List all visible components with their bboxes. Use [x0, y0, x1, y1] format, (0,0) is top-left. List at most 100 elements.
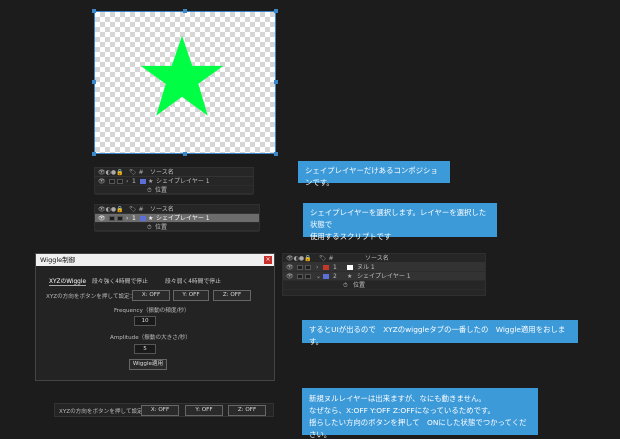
layer-number: 1	[333, 264, 337, 271]
source-name-header: ソース名	[150, 169, 174, 176]
tab-ramp-up[interactable]: 段々強く4時間で停止	[92, 276, 148, 285]
transform-handle[interactable]	[92, 152, 96, 156]
layer-row[interactable]: 👁 › 1 ★ シェイプレイヤー 1	[95, 177, 253, 186]
layer-row-null[interactable]: 👁 › 1 ヌル 1	[283, 263, 485, 272]
z-toggle-button[interactable]: Z: OFF	[213, 290, 251, 301]
source-name-header: ソース名	[365, 255, 389, 262]
solo-box[interactable]	[109, 179, 115, 184]
eye-header-icon: 👁◐●🔒	[98, 206, 124, 213]
composition-preview[interactable]	[92, 9, 278, 156]
wiggle-apply-button[interactable]: Wiggle適用	[129, 359, 167, 370]
label-color-swatch[interactable]	[323, 265, 329, 270]
tab-xyz-wiggle[interactable]: XYZのWiggle	[49, 276, 87, 286]
layer-name[interactable]: ヌル 1	[357, 263, 375, 272]
visibility-icon[interactable]: 👁	[98, 177, 106, 186]
transform-handle[interactable]	[274, 152, 278, 156]
solo-box[interactable]	[297, 274, 303, 279]
dialog-titlebar[interactable]: Wiggle制御 ×	[36, 254, 274, 266]
direction-label: XYZの方向をボタンを押して設定：	[59, 409, 149, 415]
label-color-swatch[interactable]	[323, 274, 329, 279]
lock-box[interactable]	[305, 265, 311, 270]
star-layer-icon: ★	[148, 178, 154, 185]
layer-number: 1	[132, 215, 136, 222]
direction-buttons-strip: XYZの方向をボタンを押して設定： X: OFF Y: OFF Z: OFF	[54, 403, 274, 417]
label-color-swatch[interactable]	[140, 179, 146, 184]
callout-text-line: 使用するスクリプトです	[310, 232, 392, 241]
amplitude-input[interactable]: 5	[134, 344, 156, 354]
layer-name[interactable]: シェイプレイヤー 1	[156, 214, 210, 223]
label-header-icon: 🏷 #	[129, 206, 144, 213]
panel-header: 👁◐●🔒 🏷 # ソース名	[95, 205, 259, 214]
property-row[interactable]: ⏱ 位置	[283, 281, 485, 290]
y-toggle-button[interactable]: Y: OFF	[173, 290, 209, 301]
amplitude-label: Amplitude（振動の大きさ/秒）	[110, 335, 191, 341]
position-property[interactable]: 位置	[155, 186, 167, 195]
y-toggle-button[interactable]: Y: OFF	[185, 405, 223, 416]
panel-header: 👁◐●🔒 🏷 # ソース名	[95, 168, 253, 177]
chevron-right-icon[interactable]: ›	[316, 263, 318, 272]
wiggle-dialog: Wiggle制御 × XYZのWiggle 段々強く4時間で停止 段々弱く4時間…	[35, 253, 275, 381]
close-button[interactable]: ×	[264, 256, 272, 264]
chevron-right-icon[interactable]: ›	[126, 214, 128, 223]
label-header-icon: 🏷 #	[129, 169, 144, 176]
chevron-right-icon[interactable]: ›	[126, 177, 128, 186]
callout-text: シェイプレイヤーだけあるコンポジションです。	[305, 166, 438, 187]
star-layer-icon: ★	[347, 273, 353, 280]
z-toggle-button[interactable]: Z: OFF	[228, 405, 266, 416]
callout-text-line: なぜなら、X:OFF Y:OFF Z:OFFになっているためです。	[309, 406, 495, 415]
visibility-icon[interactable]: 👁	[286, 272, 294, 281]
layer-row-selected[interactable]: 👁 › 1 ★ シェイプレイヤー 1	[95, 214, 259, 223]
transform-handle[interactable]	[183, 9, 187, 13]
eye-header-icon: 👁◐●🔒	[98, 169, 124, 176]
property-row[interactable]: ⏱ 位置	[95, 223, 259, 232]
layer-number: 2	[333, 273, 337, 280]
null-layer-icon	[347, 265, 353, 270]
callout-composition: シェイプレイヤーだけあるコンポジションです。	[298, 161, 450, 187]
frequency-input[interactable]: 10	[134, 316, 156, 326]
star-shape[interactable]	[139, 32, 225, 122]
label-header-icon: 🏷 #	[319, 255, 334, 262]
solo-box[interactable]	[297, 265, 303, 270]
transform-handle[interactable]	[92, 80, 96, 84]
stopwatch-icon[interactable]: ⏱	[147, 186, 152, 195]
position-property[interactable]: 位置	[155, 223, 167, 232]
timeline-layer-panel: 👁◐●🔒 🏷 # ソース名 👁 › 1 ★ シェイプレイヤー 1 ⏱ 位置	[94, 167, 254, 195]
visibility-icon[interactable]: 👁	[98, 214, 106, 223]
callout-explanation: 新規ヌルレイヤーは出来ますが、なにも動きません。 なぜなら、X:OFF Y:OF…	[302, 388, 538, 439]
layer-name[interactable]: シェイプレイヤー 1	[357, 272, 411, 281]
transform-handle[interactable]	[92, 9, 96, 13]
chevron-down-icon[interactable]: ⌄	[316, 272, 321, 281]
property-row[interactable]: ⏱ 位置	[95, 186, 253, 195]
label-color-swatch[interactable]	[140, 216, 146, 221]
dialog-title: Wiggle制御	[40, 256, 76, 264]
solo-box[interactable]	[109, 216, 115, 221]
transform-handle[interactable]	[274, 9, 278, 13]
lock-box[interactable]	[117, 179, 123, 184]
layer-number: 1	[132, 178, 136, 185]
visibility-icon[interactable]: 👁	[286, 263, 294, 272]
star-layer-icon: ★	[148, 215, 154, 222]
source-name-header: ソース名	[150, 206, 174, 213]
x-toggle-button[interactable]: X: OFF	[132, 290, 170, 301]
timeline-layer-panel-selected: 👁◐●🔒 🏷 # ソース名 👁 › 1 ★ シェイプレイヤー 1 ⏱ 位置	[94, 204, 260, 232]
position-property[interactable]: 位置	[353, 281, 365, 290]
eye-header-icon: 👁◐●🔒	[286, 255, 312, 262]
lock-box[interactable]	[305, 274, 311, 279]
x-toggle-button[interactable]: X: OFF	[141, 405, 179, 416]
transform-handle[interactable]	[183, 152, 187, 156]
stopwatch-icon[interactable]: ⏱	[147, 223, 152, 232]
transform-handle[interactable]	[274, 80, 278, 84]
callout-text: するとUIが出るので XYZのwiggleタブの一番したの Wiggle適用をお…	[309, 325, 566, 346]
callout-text-line: シェイプレイヤーを選択します。レイヤーを選択した状態で	[310, 208, 487, 229]
callout-text-line: 新規ヌルレイヤーは出来ますが、なにも動きません。	[309, 394, 486, 403]
callout-text-line: 揺らしたい方向のボタンを押して ONにした状態でつかってください。	[309, 418, 527, 439]
layer-name[interactable]: シェイプレイヤー 1	[156, 177, 210, 186]
layer-row-shape[interactable]: 👁 ⌄ 2 ★ シェイプレイヤー 1	[283, 272, 485, 281]
lock-box[interactable]	[117, 216, 123, 221]
panel-header: 👁◐●🔒 🏷 # ソース名	[283, 254, 485, 263]
frequency-label: Frequency（振動の頻度/秒）	[114, 308, 190, 314]
direction-label: XYZの方向をボタンを押して設定：	[46, 294, 136, 300]
timeline-layer-panel-after: 👁◐●🔒 🏷 # ソース名 👁 › 1 ヌル 1 👁 ⌄ 2 ★ シェイプレイヤ…	[282, 253, 486, 296]
stopwatch-icon[interactable]: ⏱	[343, 281, 348, 290]
tab-ramp-down[interactable]: 段々弱く4時間で停止	[165, 276, 221, 285]
